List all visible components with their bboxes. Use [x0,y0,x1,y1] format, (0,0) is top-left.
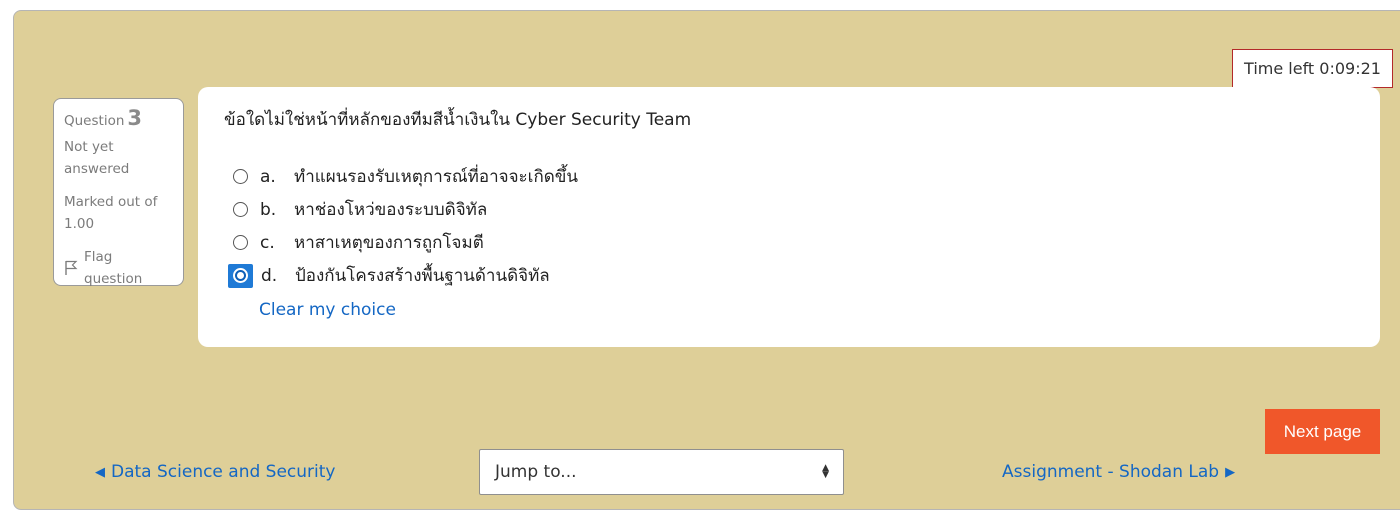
answer-option-b[interactable]: b. หาช่องโหว่ของระบบดิจิทัล [232,193,578,226]
radio-checked-icon [233,268,248,283]
answer-text: ทำแผนรองรับเหตุการณ์ที่อาจจะเกิดขึ้น [294,167,579,187]
answer-text: ป้องกันโครงสร้างพื้นฐานด้านดิจิทัล [295,266,550,286]
answer-b-radio[interactable] [233,202,248,217]
radio-dot [237,272,244,279]
next-activity-label: Assignment - Shodan Lab [1002,462,1220,482]
triangle-left-icon: ◀ [95,464,105,480]
answer-c-radio[interactable] [233,235,248,250]
flag-icon [64,260,78,276]
answer-option-d[interactable]: d. ป้องกันโครงสร้างพื้นฐานด้านดิจิทัล [228,259,578,292]
answer-option-a[interactable]: a. ทำแผนรองรับเหตุการณ์ที่อาจจะเกิดขึ้น [232,160,578,193]
question-content: ข้อใดไม่ใช่หน้าที่หลักของทีมสีน้ำเงินใน … [198,87,1380,347]
question-state: Not yet answered [64,139,130,177]
clear-choice-link[interactable]: Clear my choice [259,300,396,320]
flag-question-label: Flag question [84,249,143,287]
prev-activity-link[interactable]: ◀ Data Science and Security [95,462,336,482]
jump-to-select[interactable]: Jump to... ▲ ▼ [479,449,844,495]
answer-text: หาสาเหตุของการถูกโจมตี [294,233,484,253]
answer-list: a. ทำแผนรองรับเหตุการณ์ที่อาจจะเกิดขึ้น … [228,160,578,292]
answer-d-radio-selected[interactable] [228,263,253,288]
question-number: Question 3 [64,107,173,132]
answer-letter: d. [261,265,278,286]
answer-letter: b. [260,199,277,220]
triangle-right-icon: ▶ [1225,464,1236,480]
time-left: Time left 0:09:21 [1232,49,1393,88]
jump-to-label: Jump to... [495,462,577,482]
question-text: ข้อใดไม่ใช่หน้าที่หลักของทีมสีน้ำเงินใน … [224,110,692,130]
flag-question-button[interactable]: Flag question [64,246,173,290]
time-left-label: Time left 0:09:21 [1244,59,1381,78]
next-page-button[interactable]: Next page [1265,409,1380,454]
question-info-panel: Question 3 Not yet answered Marked out o… [53,98,184,287]
answer-letter: c. [260,232,275,253]
next-activity-link[interactable]: Assignment - Shodan Lab ▶ [1002,462,1235,482]
select-arrows-icon: ▲ ▼ [822,463,829,480]
question-label: Question [64,113,125,129]
prev-activity-label: Data Science and Security [111,462,336,482]
answer-letter: a. [260,166,276,187]
question-number-value: 3 [127,106,143,130]
answer-text: หาช่องโหว่ของระบบดิจิทัล [294,200,488,220]
answer-option-c[interactable]: c. หาสาเหตุของการถูกโจมตี [232,226,578,259]
answer-a-radio[interactable] [233,169,248,184]
question-grade: Marked out of 1.00 [64,194,158,232]
